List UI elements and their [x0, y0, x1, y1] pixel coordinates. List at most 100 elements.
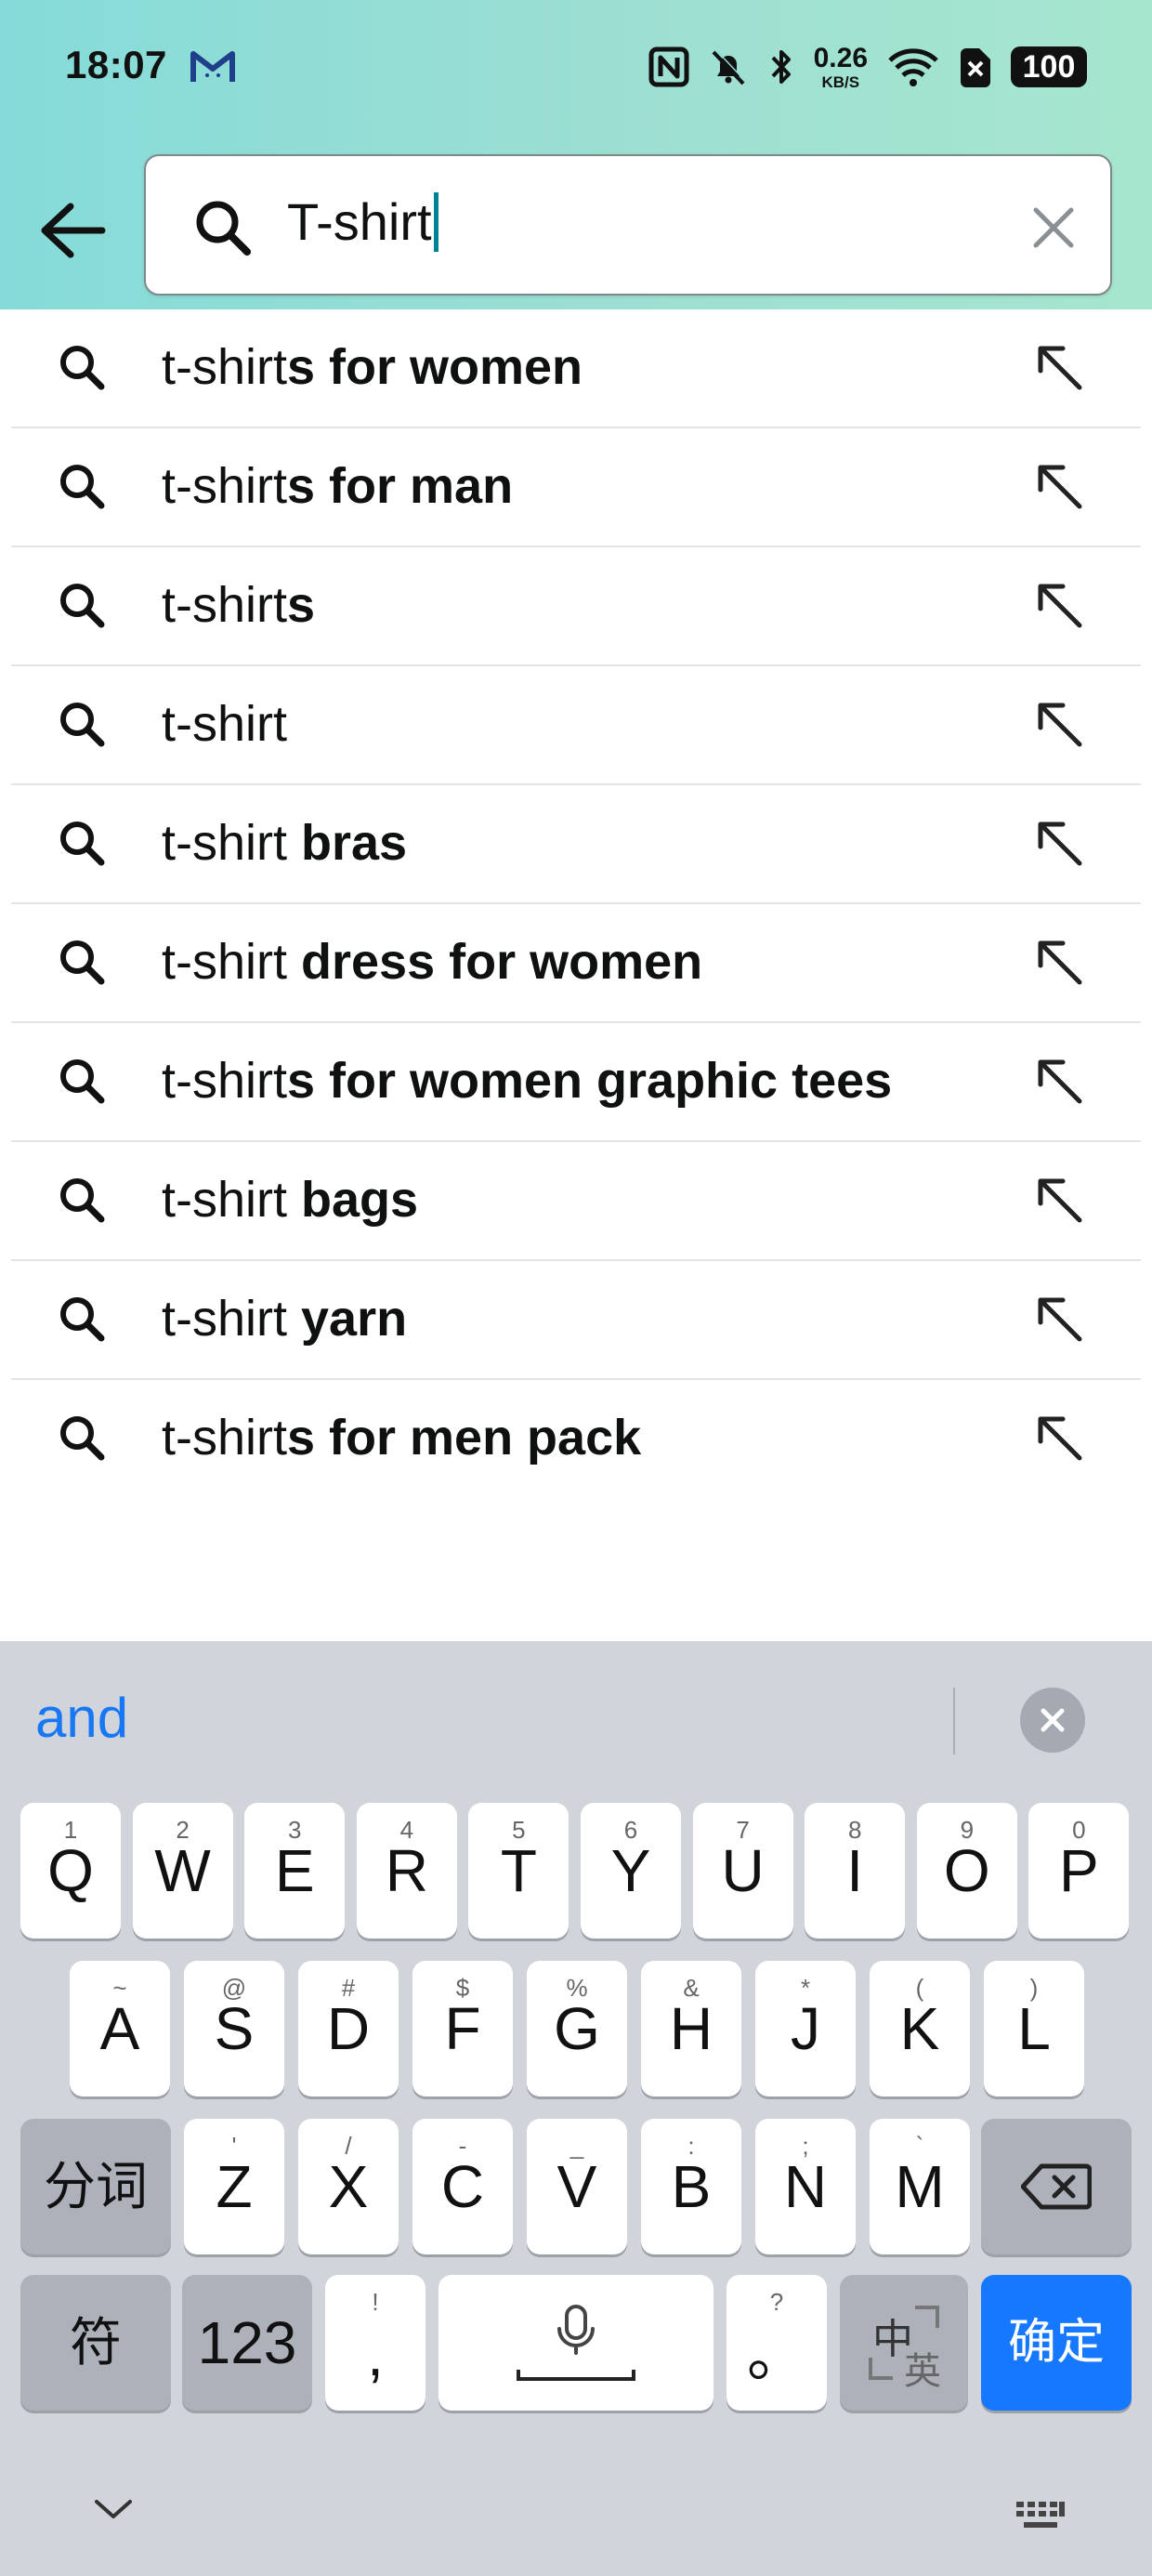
fill-query-arrow-icon[interactable] [1033, 698, 1089, 754]
key-label: S [214, 1995, 255, 2062]
fill-query-arrow-icon[interactable] [1033, 817, 1089, 873]
period-key[interactable]: ?。 [727, 2275, 827, 2411]
chevron-down-icon[interactable] [89, 2492, 137, 2530]
suggestion-row[interactable]: t-shirts [11, 547, 1141, 666]
suggestion-completion: s for women graphic tees [287, 1053, 893, 1109]
key-label: K [899, 1995, 940, 2062]
key-h[interactable]: & H [641, 1961, 741, 2096]
key-v[interactable]: _ V [527, 2119, 627, 2254]
key-label: F [444, 1995, 481, 2062]
suggestion-text: t-shirt yarn [162, 1289, 407, 1349]
space-key[interactable] [439, 2275, 713, 2411]
key-p[interactable]: 0P [1028, 1803, 1130, 1939]
key-j[interactable]: * J [755, 1961, 856, 2096]
key-w[interactable]: 2W [132, 1803, 233, 1939]
key-secondary-label: 2 [176, 1816, 190, 1844]
fill-query-arrow-icon[interactable] [1033, 341, 1089, 397]
key-e[interactable]: 3E [244, 1803, 346, 1939]
status-time: 18:07 [65, 43, 167, 86]
key-secondary-label: / [345, 2132, 352, 2160]
key-g[interactable]: % G [527, 1961, 627, 2096]
fill-query-arrow-icon[interactable] [1033, 1055, 1089, 1111]
suggestion-text: t-shirt dress for women [162, 932, 702, 992]
key-label: D [326, 1995, 371, 2062]
fill-query-arrow-icon[interactable] [1033, 1293, 1089, 1348]
search-box[interactable]: T-shirt [144, 154, 1112, 296]
candidate-word[interactable]: and [35, 1686, 128, 1750]
suggestion-completion: s [287, 577, 316, 633]
close-icon [1033, 207, 1074, 248]
suggestion-row[interactable]: t-shirts for women graphic tees [11, 1023, 1141, 1142]
key-b[interactable]: :B [641, 2119, 741, 2254]
suggestion-row[interactable]: t-shirt dress for women [11, 904, 1141, 1023]
fill-query-arrow-icon[interactable] [1033, 936, 1089, 992]
suggestion-row[interactable]: t-shirts for man [11, 428, 1141, 547]
key-f[interactable]: $ F [412, 1961, 513, 2096]
key-r[interactable]: 4R [356, 1803, 457, 1939]
key-secondary-label: ? [769, 2288, 784, 2316]
suggestion-row[interactable]: t-shirts for women [11, 309, 1141, 428]
key-k[interactable]: (K [870, 1961, 970, 2096]
key-s[interactable]: @ S [184, 1961, 284, 2096]
key-label: 符 [70, 2313, 122, 2372]
fill-query-arrow-icon[interactable] [1033, 460, 1089, 516]
key-y[interactable]: 6Y [581, 1803, 681, 1939]
key-m[interactable]: ` M [870, 2119, 970, 2254]
key-label: 分词 [44, 2157, 148, 2215]
confirm-key[interactable]: 确定 [981, 2275, 1132, 2411]
segment-key[interactable]: 分词 [20, 2119, 171, 2254]
suggestion-row[interactable]: t-shirt bras [11, 785, 1141, 904]
key-q[interactable]: 1Q [20, 1803, 121, 1939]
suggestion-text: t-shirt [162, 694, 287, 755]
key-secondary-label: - [458, 2132, 467, 2160]
search-input[interactable]: T-shirt [287, 191, 439, 252]
key-c[interactable]: -C [412, 2119, 513, 2254]
suggestion-row[interactable]: t-shirt bags [11, 1142, 1141, 1261]
suggestion-row[interactable]: t-shirt [11, 666, 1141, 785]
language-switch-key[interactable]: 中英 [840, 2275, 968, 2411]
suggestion-row[interactable]: t-shirts for men pack [11, 1380, 1141, 1499]
back-button[interactable] [35, 193, 110, 268]
key-l[interactable]: ) L [984, 1961, 1084, 2096]
clear-search-button[interactable] [1030, 204, 1077, 251]
backspace-key[interactable] [981, 2119, 1132, 2254]
key-a[interactable]: ~ A [70, 1961, 170, 2096]
search-query: T-shirt [287, 192, 432, 251]
keyboard-icon[interactable] [1015, 2500, 1067, 2538]
key-u[interactable]: 7U [692, 1803, 793, 1939]
key-z[interactable]: ' Z [184, 2119, 284, 2254]
status-icons: 0.26 KB/S 100 [648, 41, 1087, 93]
key-d[interactable]: # D [298, 1961, 399, 2096]
key-label: W [154, 1837, 211, 1904]
suggestion-prefix: t-shirt [162, 934, 302, 990]
search-icon [58, 343, 106, 396]
fill-query-arrow-icon[interactable] [1033, 579, 1089, 635]
search-icon [58, 819, 106, 872]
symbols-key[interactable]: 符 [20, 2275, 171, 2411]
key-secondary-label: : [687, 2132, 695, 2160]
key-label: G [554, 1995, 600, 2062]
key-secondary-label: 7 [736, 1816, 750, 1844]
battery-indicator: 100 [1011, 46, 1087, 87]
network-speed: 0.26 KB/S [813, 42, 868, 90]
key-secondary-label: ` [915, 2132, 924, 2160]
search-icon [58, 1057, 106, 1110]
key-i[interactable]: 8I [805, 1803, 906, 1939]
comma-key[interactable]: !, [325, 2275, 425, 2411]
key-x[interactable]: / X [298, 2119, 399, 2254]
key-label: J [791, 1995, 820, 2062]
key-secondary-label: 4 [399, 1816, 414, 1844]
close-candidates-button[interactable] [1020, 1688, 1085, 1753]
fill-query-arrow-icon[interactable] [1033, 1412, 1089, 1467]
key-t[interactable]: 5T [468, 1803, 569, 1939]
numbers-key[interactable]: 123 [182, 2275, 312, 2411]
key-o[interactable]: 9O [916, 1803, 1017, 1939]
suggestion-row[interactable]: t-shirt yarn [11, 1261, 1141, 1380]
search-icon [58, 700, 106, 753]
key-secondary-label: ) [1029, 1974, 1039, 2002]
key-n[interactable]: ; N [755, 2119, 856, 2254]
fill-query-arrow-icon[interactable] [1033, 1174, 1089, 1229]
backspace-icon [1021, 2163, 1092, 2210]
microphone-icon [517, 2305, 635, 2381]
network-speed-value: 0.26 [813, 42, 868, 73]
